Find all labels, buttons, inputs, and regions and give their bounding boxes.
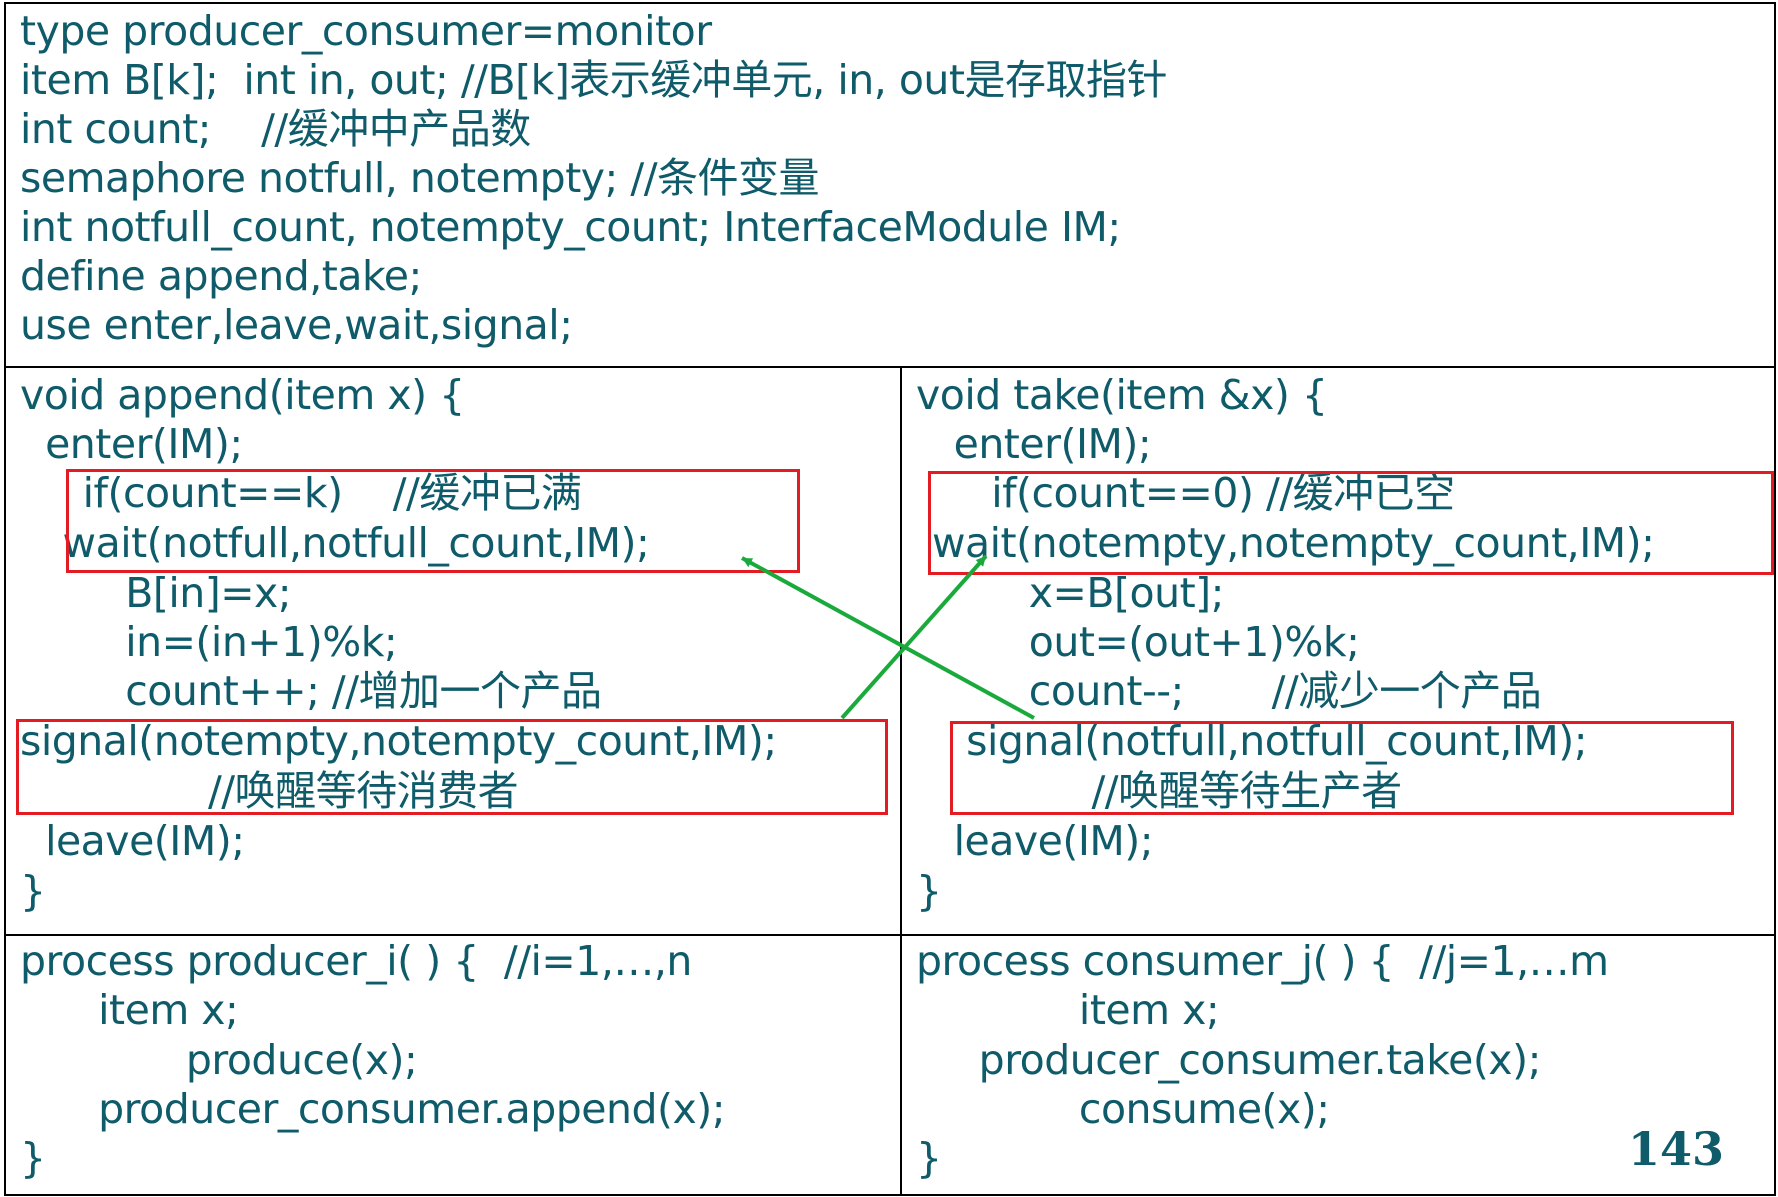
signal-arrows [741, 554, 1035, 720]
slide: type producer_consumer=monitor item B[k]… [0, 0, 1778, 1197]
arrow-notfull-signal [741, 556, 1035, 720]
page-number: 143 [1628, 1122, 1725, 1176]
arrow-notempty-signal [840, 554, 988, 720]
